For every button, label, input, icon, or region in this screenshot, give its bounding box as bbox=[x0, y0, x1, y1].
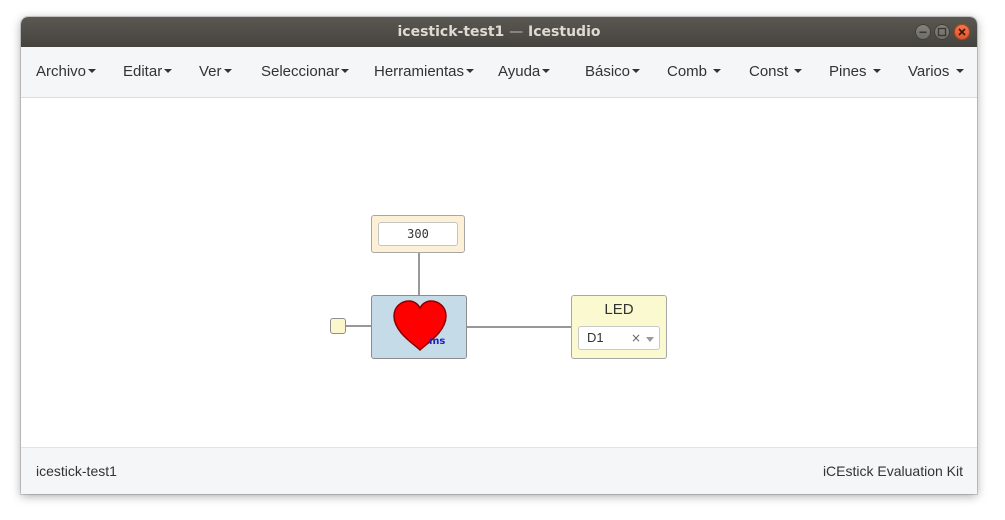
minimize-button[interactable] bbox=[915, 24, 931, 40]
menu-const[interactable]: Const bbox=[749, 47, 803, 97]
led-output-block[interactable]: LED D1 × bbox=[571, 295, 667, 359]
maximize-icon bbox=[937, 27, 947, 37]
wires-layer bbox=[346, 253, 571, 334]
status-bar: icestick-test1 iCEstick Evaluation Kit bbox=[21, 447, 977, 494]
menu-label: Básico bbox=[585, 63, 631, 80]
heartbeat-unit-label: ms bbox=[429, 336, 446, 347]
caret-down-icon bbox=[872, 69, 881, 74]
status-board-name: iCEstick Evaluation Kit bbox=[822, 463, 963, 479]
menu-bar: Archivo Editar Ver Seleccionar Herramien… bbox=[21, 47, 977, 98]
window-title: icestick-test1 — Icestudio bbox=[21, 17, 977, 47]
caret-down-icon bbox=[632, 69, 641, 74]
menu-herramientas[interactable]: Herramientas bbox=[374, 47, 475, 97]
menu-comb[interactable]: Comb bbox=[667, 47, 722, 97]
menu-label: Herramientas bbox=[374, 63, 465, 80]
menu-label: Ayuda bbox=[498, 63, 541, 80]
menu-label: Editar bbox=[123, 63, 163, 80]
title-bar[interactable]: icestick-test1 — Icestudio bbox=[21, 17, 977, 47]
caret-down-icon bbox=[164, 69, 173, 74]
constant-value-input[interactable]: 300 bbox=[378, 222, 458, 246]
minimize-icon bbox=[919, 31, 927, 34]
menu-pines[interactable]: Pines bbox=[829, 47, 881, 97]
caret-down-icon bbox=[223, 69, 232, 74]
caret-down-icon bbox=[341, 69, 350, 74]
menu-label: Ver bbox=[199, 63, 222, 80]
app-window: icestick-test1 — Icestudio Archivo Edita… bbox=[21, 17, 977, 494]
led-block-label: LED bbox=[604, 301, 634, 318]
window-title-app: Icestudio bbox=[528, 24, 601, 40]
caret-down-icon bbox=[794, 69, 803, 74]
window-title-separator: — bbox=[509, 24, 524, 40]
caret-down-icon bbox=[955, 69, 964, 74]
menu-ver[interactable]: Ver bbox=[199, 47, 232, 97]
status-project-name: icestick-test1 bbox=[36, 463, 117, 479]
menu-label: Archivo bbox=[36, 63, 87, 80]
close-icon bbox=[958, 28, 966, 36]
led-pin-value: D1 bbox=[587, 330, 604, 345]
maximize-button[interactable] bbox=[934, 24, 950, 40]
menu-label: Comb bbox=[667, 63, 708, 80]
menu-archivo[interactable]: Archivo bbox=[36, 47, 97, 97]
led-pin-select[interactable]: D1 × bbox=[578, 326, 660, 350]
menu-label: Seleccionar bbox=[261, 63, 340, 80]
caret-down-icon bbox=[88, 69, 97, 74]
design-canvas[interactable]: 300 ms LED D1 × bbox=[21, 98, 977, 447]
menu-label: Varios bbox=[908, 63, 950, 80]
menu-ayuda[interactable]: Ayuda bbox=[498, 47, 551, 97]
caret-down-icon bbox=[542, 69, 551, 74]
constant-block[interactable]: 300 bbox=[371, 215, 465, 253]
menu-varios[interactable]: Varios bbox=[908, 47, 964, 97]
menu-basico[interactable]: Básico bbox=[585, 47, 641, 97]
heartbeat-block[interactable]: ms bbox=[371, 295, 467, 359]
window-title-project: icestick-test1 bbox=[397, 24, 505, 40]
dropdown-arrow-icon[interactable] bbox=[646, 337, 654, 342]
caret-down-icon bbox=[466, 69, 475, 74]
menu-seleccionar[interactable]: Seleccionar bbox=[261, 47, 350, 97]
menu-editar[interactable]: Editar bbox=[123, 47, 173, 97]
clear-icon[interactable]: × bbox=[631, 327, 641, 349]
menu-label: Pines bbox=[829, 63, 867, 80]
clock-input-port[interactable] bbox=[330, 318, 346, 334]
menu-label: Const bbox=[749, 63, 789, 80]
close-button[interactable] bbox=[954, 24, 970, 40]
caret-down-icon bbox=[713, 69, 722, 74]
